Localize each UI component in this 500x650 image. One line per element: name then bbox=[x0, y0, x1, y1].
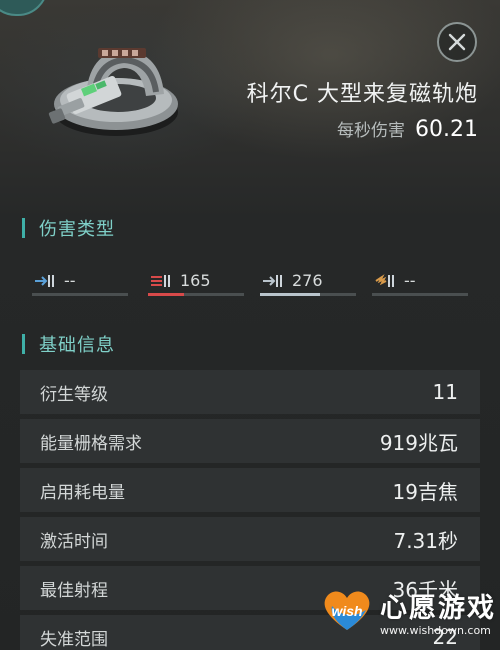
info-value: 11 bbox=[432, 380, 458, 404]
damage-type-em: -- bbox=[32, 268, 128, 298]
em-damage-bar bbox=[32, 293, 128, 296]
info-value: 19吉焦 bbox=[392, 479, 458, 504]
kinetic-damage-icon bbox=[263, 275, 282, 287]
kinetic-damage-bar-fill bbox=[260, 293, 321, 296]
info-row: 启用耗电量 19吉焦 bbox=[20, 468, 480, 512]
dps-row: 每秒伤害 60.21 bbox=[337, 116, 478, 142]
damage-types-row: -- 165 276 -- bbox=[32, 268, 472, 300]
info-label: 激活时间 bbox=[40, 531, 108, 552]
wish-logo-text: wish bbox=[331, 603, 362, 619]
watermark-url: www.wishdown.com bbox=[380, 624, 491, 637]
thermal-damage-icon bbox=[151, 275, 170, 287]
em-damage-icon bbox=[35, 275, 54, 287]
damage-type-explosive: -- bbox=[372, 268, 468, 298]
damage-type-kinetic: 276 bbox=[260, 268, 356, 298]
info-label: 能量栅格需求 bbox=[40, 433, 142, 454]
kinetic-damage-value: 276 bbox=[292, 271, 323, 290]
section-marker bbox=[22, 218, 25, 238]
em-damage-value: -- bbox=[64, 271, 76, 290]
explosive-damage-bar bbox=[372, 293, 468, 296]
info-label: 衍生等级 bbox=[40, 384, 108, 405]
info-row: 激活时间 7.31秒 bbox=[20, 517, 480, 561]
watermark: wish 心愿游戏 www.wishdown.com bbox=[318, 584, 500, 650]
basic-section-title: 基础信息 bbox=[39, 335, 115, 356]
dps-value: 60.21 bbox=[415, 117, 478, 142]
item-name: 科尔C 大型来复磁轨炮 bbox=[246, 82, 478, 107]
damage-section-title: 伤害类型 bbox=[39, 219, 115, 240]
info-row: 衍生等级 11 bbox=[20, 370, 480, 414]
info-value: 7.31秒 bbox=[393, 528, 458, 553]
railgun-turret-icon bbox=[48, 48, 178, 136]
thermal-damage-value: 165 bbox=[180, 271, 211, 290]
basic-section-header: 基础信息 bbox=[22, 332, 115, 356]
close-button[interactable] bbox=[437, 22, 477, 62]
info-label: 启用耗电量 bbox=[40, 482, 125, 503]
close-icon bbox=[448, 33, 466, 51]
damage-type-thermal: 165 bbox=[148, 268, 244, 298]
info-value: 919兆瓦 bbox=[379, 430, 458, 455]
explosive-damage-icon bbox=[375, 274, 394, 287]
info-label: 失准范围 bbox=[40, 629, 108, 650]
item-info-panel: 科尔C 大型来复磁轨炮 每秒伤害 60.21 伤害类型 -- 165 276 -… bbox=[0, 0, 500, 650]
wish-logo-icon: wish bbox=[324, 591, 370, 630]
explosive-damage-value: -- bbox=[404, 271, 416, 290]
thermal-damage-bar bbox=[148, 293, 244, 296]
section-marker bbox=[22, 334, 25, 354]
watermark-text: 心愿游戏 bbox=[380, 593, 496, 624]
thermal-damage-bar-fill bbox=[148, 293, 184, 296]
damage-section-header: 伤害类型 bbox=[22, 216, 115, 240]
info-row: 能量栅格需求 919兆瓦 bbox=[20, 419, 480, 463]
corner-badge[interactable] bbox=[0, 0, 48, 16]
kinetic-damage-bar bbox=[260, 293, 356, 296]
info-label: 最佳射程 bbox=[40, 580, 108, 601]
dps-label: 每秒伤害 bbox=[337, 121, 406, 141]
